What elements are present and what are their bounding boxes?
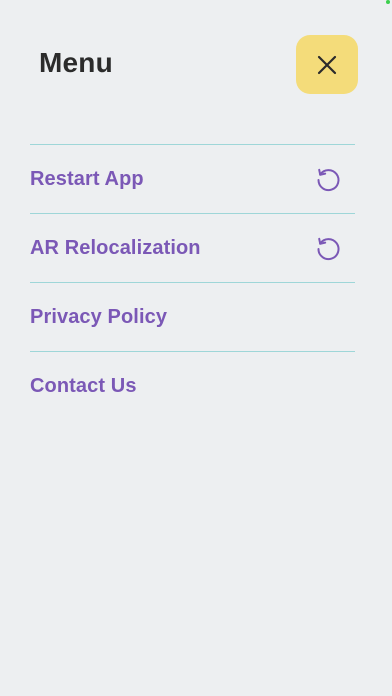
refresh-icon [314,234,342,262]
menu-item-label: Restart App [30,167,144,190]
menu-item-ar-relocalization[interactable]: AR Relocalization [30,213,355,282]
menu-item-label: Privacy Policy [30,305,168,328]
menu-item-privacy-policy[interactable]: Privacy Policy [30,282,355,351]
menu-item-label: AR Relocalization [30,236,201,259]
menu-item-label: Contact Us [30,374,137,397]
menu-list: Restart App AR Relocalization Privacy Po… [30,144,355,420]
refresh-icon [314,165,342,193]
menu-header: Menu [0,0,392,130]
menu-item-restart-app[interactable]: Restart App [30,144,355,213]
menu-item-contact-us[interactable]: Contact Us [30,351,355,420]
page-title: Menu [39,47,113,78]
close-icon [316,54,338,76]
close-button[interactable] [296,35,358,94]
